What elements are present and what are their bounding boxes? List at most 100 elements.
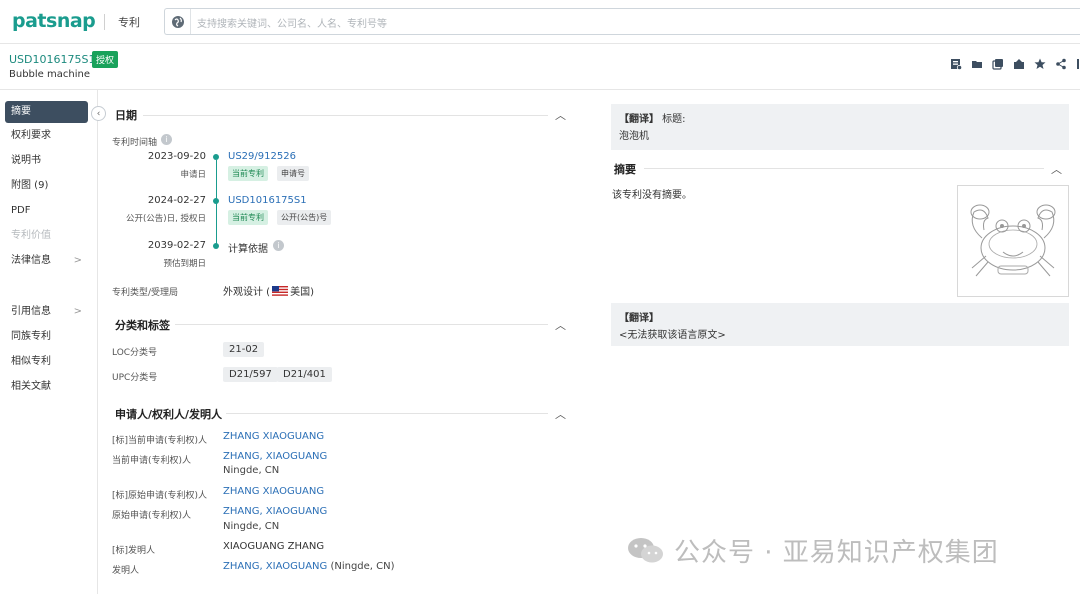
upc-chip[interactable]: D21/401 (277, 367, 332, 382)
patsnap-logo[interactable]: patsnap (12, 10, 96, 32)
patent-number: USD1016175S1 (9, 53, 96, 66)
folder-icon[interactable] (971, 58, 983, 70)
sidebar-item-label: 相关文献 (11, 381, 51, 392)
party-location: (Ningde, CN) (327, 561, 395, 572)
share-box-icon[interactable] (1013, 58, 1025, 70)
sidebar-item-drawings[interactable]: 附图 (9) (5, 175, 88, 197)
product-label[interactable]: 专利 (118, 14, 140, 30)
sidebar-item-patent-value: 专利价值 (5, 225, 88, 247)
upc-chip[interactable]: D21/597 (223, 367, 278, 382)
timeline-dot (213, 243, 219, 249)
sidebar-item-pdf[interactable]: PDF (5, 200, 88, 222)
chevron-up-icon[interactable]: ︿ (555, 406, 566, 422)
abstract-translation-box: 【翻译】 <无法获取该语言原文> (611, 303, 1069, 346)
sidebar-item-legal-info[interactable]: 法律信息 > (5, 250, 88, 272)
sidebar-item-label: 相似专利 (11, 356, 51, 367)
abstract-text: 该专利没有摘要。 (612, 190, 692, 201)
chevron-right-icon: > (73, 306, 82, 317)
party-location: Ningde, CN (223, 465, 280, 476)
publication-number-tag: 公开(公告)号 (277, 210, 332, 225)
application-number-link[interactable]: US29/912526 (228, 151, 296, 162)
copy-icon[interactable] (992, 58, 1004, 70)
party-link[interactable]: ZHANG XIAOGUANG (223, 486, 324, 497)
publication-date: 2024-02-27 (147, 195, 206, 206)
more-icon[interactable] (1076, 58, 1080, 70)
upc-label: UPC分类号 (112, 373, 158, 383)
party-label: [标]原始申请(专利权)人 (112, 491, 208, 501)
search-bar[interactable]: 支持搜索关键词、公司名、人名、专利号等 (164, 8, 1080, 35)
info-icon[interactable]: i (273, 240, 284, 251)
share-icon[interactable] (1055, 58, 1067, 70)
party-label: 发明人 (112, 566, 140, 576)
divider (644, 168, 1044, 169)
globe-icon[interactable] (165, 9, 191, 34)
sidebar-item-family[interactable]: 同族专利 (5, 326, 88, 348)
party-link[interactable]: ZHANG, XIAOGUANG (223, 561, 327, 572)
calculation-basis: 计算依据 (228, 244, 268, 255)
sidebar-item-citations[interactable]: 引用信息 > (5, 301, 88, 323)
pdf-icon[interactable] (950, 58, 963, 71)
search-input[interactable]: 支持搜索关键词、公司名、人名、专利号等 (197, 15, 387, 30)
us-flag-icon (272, 286, 289, 299)
chevron-right-icon: > (73, 255, 82, 266)
wechat-icon (626, 536, 666, 567)
sidebar: 摘要 权利要求 说明书 附图 (9) PDF 专利价值 法律信息 > 引用信息 > … (0, 90, 98, 594)
sidebar-item-related-docs[interactable]: 相关文献 (5, 376, 88, 398)
sidebar-item-label: PDF (11, 205, 31, 216)
toolbar (950, 58, 1080, 71)
office-text: 美国) (290, 287, 314, 298)
loc-chip[interactable]: 21-02 (223, 342, 265, 357)
patent-type-label: 专利类型/受理局 (112, 288, 179, 298)
divider (175, 324, 548, 325)
top-bar: patsnap 专利 支持搜索关键词、公司名、人名、专利号等 (0, 0, 1080, 44)
sidebar-item-label: 摘要 (11, 106, 31, 117)
sidebar-item-similar[interactable]: 相似专利 (5, 351, 88, 373)
application-date-label: 申请日 (180, 170, 206, 180)
abstract-translation: <无法获取该语言原文> (619, 330, 726, 341)
info-icon[interactable]: i (161, 134, 172, 145)
sidebar-item-label: 引用信息 (11, 306, 51, 317)
party-label: 当前申请(专利权)人 (112, 456, 192, 466)
patent-type-value: 外观设计 ( 美国) (223, 283, 314, 299)
sidebar-item-label: 说明书 (11, 155, 41, 166)
sidebar-item-label: 同族专利 (11, 331, 51, 342)
dates-heading: 日期 (115, 109, 137, 122)
current-patent-tag: 当前专利 (228, 210, 268, 225)
collapse-sidebar-button[interactable]: ‹ (91, 106, 106, 121)
expiry-date-label: 预估到期日 (163, 259, 206, 269)
abstract-heading: 摘要 (614, 163, 636, 176)
patent-type-text: 外观设计 ( (223, 287, 271, 298)
party-location: Ningde, CN (223, 521, 280, 532)
sidebar-item-label: 专利价值 (11, 230, 51, 241)
crab-drawing (970, 204, 1056, 277)
party-link[interactable]: ZHANG, XIAOGUANG (223, 451, 327, 462)
sidebar-item-abstract[interactable]: 摘要 (5, 101, 88, 123)
publication-number-link[interactable]: USD1016175S1 (228, 195, 307, 206)
timeline-dot (213, 154, 219, 160)
chevron-up-icon[interactable]: ︿ (1051, 161, 1062, 177)
watermark-text: 公众号 · 亚易知识产权集团 (674, 538, 999, 568)
application-number-tag: 申请号 (277, 166, 309, 181)
sidebar-item-label: 法律信息 (11, 255, 51, 266)
party-link[interactable]: ZHANG, XIAOGUANG (223, 506, 327, 517)
translate-tag: 【翻译】 (619, 114, 659, 125)
classification-heading: 分类和标签 (115, 319, 170, 332)
sidebar-item-label: 附图 (9) (11, 180, 49, 191)
sidebar-item-description[interactable]: 说明书 (5, 150, 88, 172)
party-label: 原始申请(专利权)人 (112, 511, 192, 521)
sidebar-item-label: 权利要求 (11, 130, 51, 141)
application-date: 2023-09-20 (147, 151, 206, 162)
divider (143, 115, 548, 116)
patent-drawing-thumbnail[interactable] (957, 185, 1069, 297)
chevron-up-icon[interactable]: ︿ (555, 107, 566, 123)
title-translation-box: 【翻译】 标题: 泡泡机 (611, 104, 1069, 150)
party-link[interactable]: ZHANG XIAOGUANG (223, 431, 324, 442)
chevron-up-icon[interactable]: ︿ (555, 317, 566, 333)
publication-date-label: 公开(公告)日, 授权日 (125, 214, 206, 224)
star-icon[interactable] (1034, 58, 1046, 70)
divider (226, 413, 548, 414)
title-label: 标题: (659, 114, 686, 125)
current-patent-tag: 当前专利 (228, 166, 268, 181)
sidebar-item-claims[interactable]: 权利要求 (5, 125, 88, 147)
translate-tag: 【翻译】 (619, 313, 659, 324)
